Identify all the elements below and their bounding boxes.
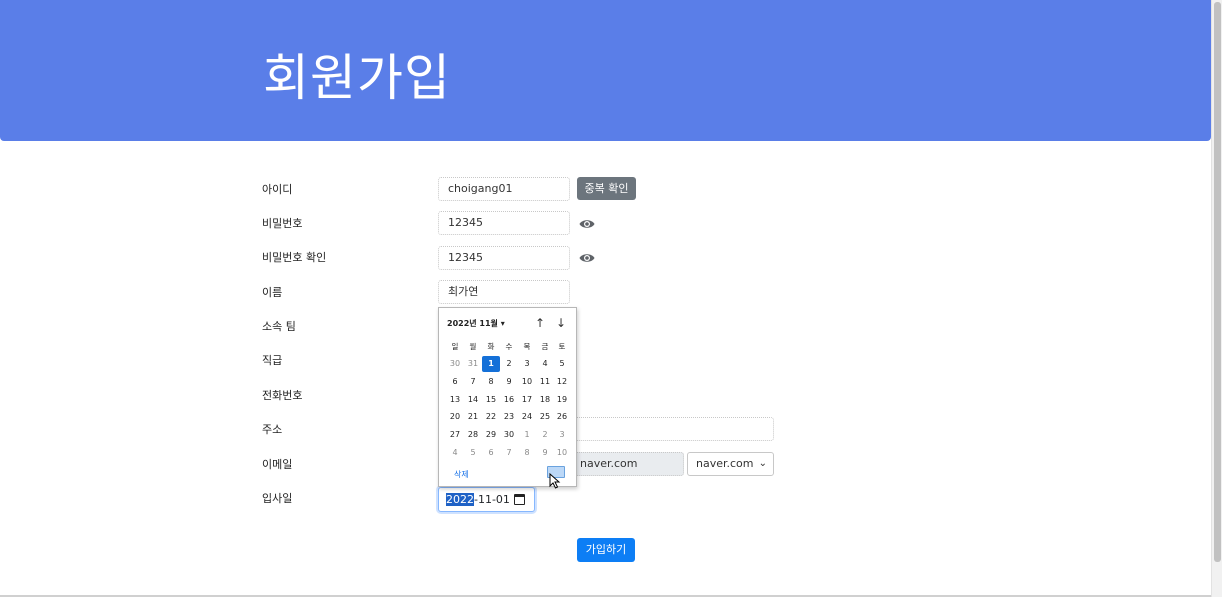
weekday-header: 화 <box>487 342 495 351</box>
name-input[interactable]: 최가연 <box>438 280 570 304</box>
calendar-day[interactable]: 30 <box>446 356 464 372</box>
calendar-day[interactable]: 29 <box>482 427 500 443</box>
mouse-cursor-icon <box>549 473 561 489</box>
calendar-day[interactable]: 14 <box>464 392 482 408</box>
label-password: 비밀번호 <box>262 217 303 230</box>
calendar-day[interactable]: 7 <box>464 374 482 390</box>
weekday-header: 월 <box>469 342 477 351</box>
calendar-day[interactable]: 17 <box>518 392 536 408</box>
calendar-day[interactable]: 12 <box>553 374 571 390</box>
eye-icon[interactable] <box>579 218 595 230</box>
calendar-day[interactable]: 5 <box>464 445 482 461</box>
label-email: 이메일 <box>262 458 293 471</box>
calendar-day[interactable]: 8 <box>518 445 536 461</box>
hire-date-year: 2022 <box>446 493 474 506</box>
submit-button[interactable]: 가입하기 <box>577 538 635 562</box>
calendar-day[interactable]: 6 <box>482 445 500 461</box>
calendar-day[interactable]: 13 <box>446 392 464 408</box>
calendar-day[interactable]: 9 <box>536 445 554 461</box>
calendar-day[interactable]: 2 <box>500 356 518 372</box>
id-input[interactable]: choigang01 <box>438 177 570 201</box>
calendar-day[interactable]: 18 <box>536 392 554 408</box>
weekday-header: 목 <box>523 342 531 351</box>
calendar-day[interactable]: 9 <box>500 374 518 390</box>
calendar-day[interactable]: 28 <box>464 427 482 443</box>
label-address: 주소 <box>262 423 283 436</box>
page: 회원가입 아이디 비밀번호 비밀번호 확인 이름 소속 팀 직급 전화번호 주소… <box>0 0 1222 597</box>
calendar-day[interactable]: 10 <box>518 374 536 390</box>
calendar-icon[interactable] <box>514 494 525 505</box>
calendar-day[interactable]: 25 <box>536 409 554 425</box>
chevron-down-icon: ⌄ <box>758 458 767 469</box>
calendar-day[interactable]: 22 <box>482 409 500 425</box>
calendar-day[interactable]: 3 <box>518 356 536 372</box>
calendar-day[interactable]: 15 <box>482 392 500 408</box>
hire-date-input[interactable]: 2022-11-01 <box>438 487 535 512</box>
email-domain-select-value: naver.com <box>696 457 754 470</box>
label-hire-date: 입사일 <box>262 492 293 505</box>
label-position: 직급 <box>262 354 283 367</box>
weekday-header: 수 <box>505 342 513 351</box>
label-team: 소속 팀 <box>262 320 296 333</box>
arrow-down-icon[interactable]: ↓ <box>556 316 566 330</box>
scrollbar-thumb[interactable] <box>1214 2 1221 562</box>
arrow-up-icon[interactable]: ↑ <box>535 316 545 330</box>
page-title: 회원가입 <box>263 49 451 107</box>
calendar-day[interactable]: 3 <box>553 427 571 443</box>
calendar-day[interactable]: 16 <box>500 392 518 408</box>
label-name: 이름 <box>262 286 283 299</box>
calendar-day[interactable]: 24 <box>518 409 536 425</box>
duplicate-check-button[interactable]: 중복 확인 <box>577 177 636 200</box>
weekday-header: 토 <box>558 342 566 351</box>
email-domain-input[interactable]: naver.com <box>570 452 684 476</box>
date-picker-popup: 2022년 11월 ▾ ↑ ↓ 삭제 일 월 화 수 목 금 토 30 31 1 2 3 4 5 6 7 8 9 1… <box>438 307 577 487</box>
label-id: 아이디 <box>262 183 293 196</box>
calendar-day[interactable]: 11 <box>536 374 554 390</box>
calendar-day[interactable]: 27 <box>446 427 464 443</box>
hire-date-rest: -11-01 <box>474 493 510 506</box>
eye-icon[interactable] <box>579 252 595 264</box>
caret-down-icon: ▾ <box>500 319 505 328</box>
calendar-day[interactable]: 8 <box>482 374 500 390</box>
calendar-day[interactable]: 30 <box>500 427 518 443</box>
label-phone: 전화번호 <box>262 389 303 402</box>
weekday-header: 금 <box>541 342 549 351</box>
calendar-day[interactable]: 31 <box>464 356 482 372</box>
calendar-day[interactable]: 19 <box>553 392 571 408</box>
address-input[interactable] <box>570 417 774 441</box>
clear-button[interactable]: 삭제 <box>454 469 469 480</box>
password-input[interactable]: 12345 <box>438 211 570 235</box>
email-domain-select[interactable]: naver.com ⌄ <box>687 452 774 476</box>
calendar-day[interactable]: 21 <box>464 409 482 425</box>
calendar-day[interactable]: 20 <box>446 409 464 425</box>
month-selector[interactable]: 2022년 11월 ▾ <box>447 318 505 329</box>
password-confirm-input[interactable]: 12345 <box>438 246 570 270</box>
calendar-day[interactable]: 1 <box>518 427 536 443</box>
page-header: 회원가입 <box>0 0 1211 141</box>
scrollbar[interactable] <box>1211 0 1222 597</box>
label-password-confirm: 비밀번호 확인 <box>262 251 327 264</box>
calendar-day[interactable]: 7 <box>500 445 518 461</box>
calendar-day[interactable]: 5 <box>553 356 571 372</box>
calendar-day[interactable]: 2 <box>536 427 554 443</box>
calendar-day[interactable]: 4 <box>446 445 464 461</box>
calendar-day[interactable]: 6 <box>446 374 464 390</box>
calendar-day[interactable]: 23 <box>500 409 518 425</box>
month-label: 2022년 11월 <box>447 319 498 328</box>
calendar-day[interactable]: 1 <box>482 356 500 372</box>
weekday-header: 일 <box>451 342 459 351</box>
calendar-day[interactable]: 26 <box>553 409 571 425</box>
calendar-day[interactable]: 4 <box>536 356 554 372</box>
calendar-day[interactable]: 10 <box>553 445 571 461</box>
